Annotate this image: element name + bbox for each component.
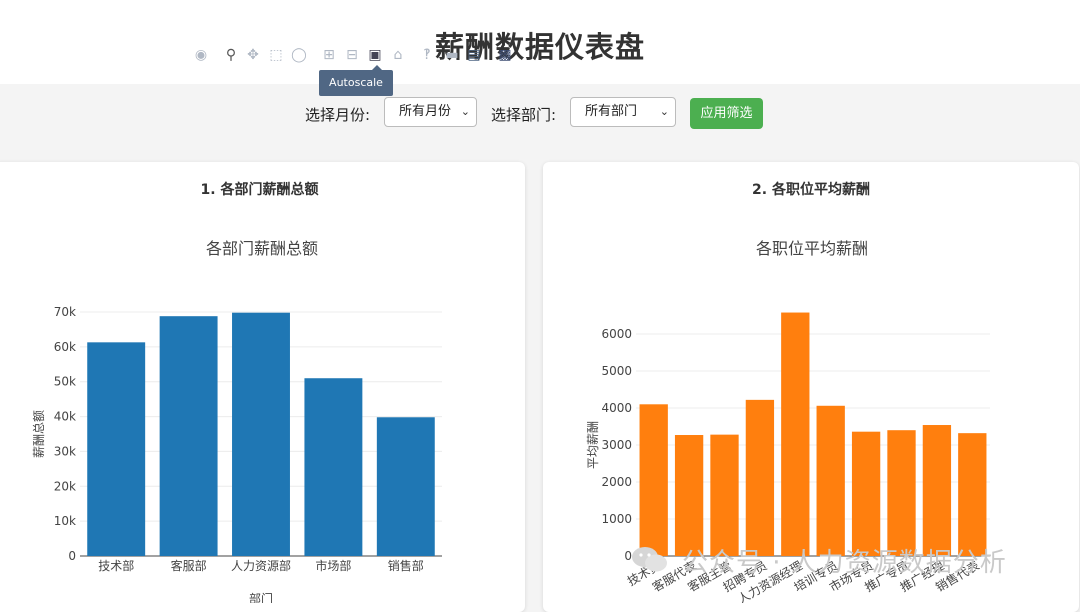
hover-closest-icon[interactable]: ▬	[443, 46, 461, 64]
wechat-icon	[632, 547, 667, 572]
dept-select[interactable]: 所有部门 ⌄	[570, 97, 676, 127]
month-filter-label: 选择月份:	[305, 106, 371, 124]
chevron-down-icon: ⌄	[460, 105, 470, 118]
hover-compare-icon[interactable]: ▤	[465, 46, 483, 64]
panel-title: 1. 各部门薪酬总额	[200, 182, 319, 198]
dept-filter-label: 选择部门:	[491, 106, 557, 124]
box-select-icon[interactable]: ⬚	[267, 46, 285, 64]
spike-icon[interactable]: ‽	[418, 46, 436, 64]
autoscale-tooltip: Autoscale	[319, 65, 393, 96]
zoom-out-icon[interactable]: ⊟	[343, 46, 361, 64]
camera-icon[interactable]: ◉	[192, 46, 210, 64]
panel-dept-salary: 1. 各部门薪酬总额	[0, 162, 525, 612]
panel-title: 2. 各职位平均薪酬	[752, 182, 870, 198]
chevron-down-icon: ⌄	[659, 105, 669, 118]
pan-icon[interactable]: ✥	[244, 46, 262, 64]
dept-select-value: 所有部门	[585, 104, 638, 119]
month-select-value: 所有月份	[399, 104, 452, 119]
page-title: 薪酬数据仪表盘	[434, 30, 645, 64]
header: 薪酬数据仪表盘	[0, 0, 1080, 84]
month-select[interactable]: 所有月份 ⌄	[384, 97, 477, 127]
zoom-icon[interactable]: ⚲	[222, 46, 240, 64]
apply-filter-button[interactable]: 应用筛选	[690, 98, 763, 129]
watermark: 公众号 · 人力资源数据分析	[630, 540, 1070, 580]
home-icon[interactable]: ⌂	[389, 46, 407, 64]
autoscale-icon[interactable]: ▣	[366, 46, 384, 64]
zoom-in-icon[interactable]: ⊞	[320, 46, 338, 64]
lasso-icon[interactable]: ◯	[290, 46, 308, 64]
plotly-logo-icon[interactable]: ▩	[496, 46, 514, 64]
watermark-text: 公众号 · 人力资源数据分析	[682, 548, 1007, 578]
filter-bar: 选择月份: 所有月份 ⌄ 选择部门: 所有部门 ⌄ 应用筛选	[0, 84, 1080, 144]
